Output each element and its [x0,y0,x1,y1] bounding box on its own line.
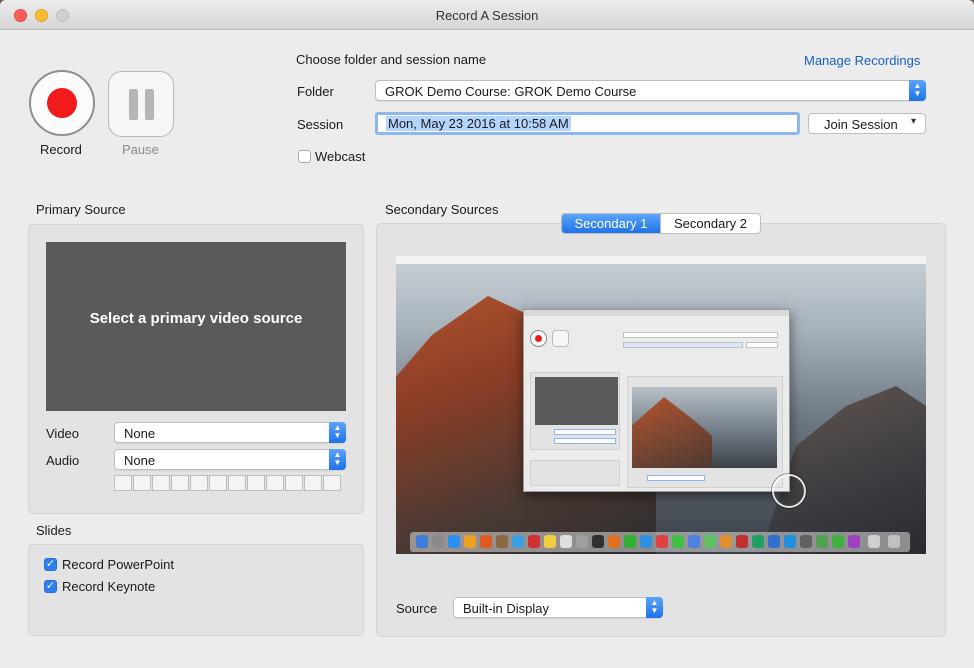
webcast-label: Webcast [315,149,366,164]
select-arrows-icon: ▲ ▼ [646,597,663,618]
title-bar: Record A Session [0,0,974,30]
secondary-tabs: Secondary 1 Secondary 2 [561,213,761,234]
video-label: Video [46,426,80,441]
chevron-down-icon: ▾ [910,116,916,127]
session-name-value: Mon, May 23 2016 at 10:58 AM [386,116,571,131]
join-session-button[interactable]: Join Session ▾ [808,113,926,134]
preview-dock [410,532,910,552]
primary-video-preview[interactable]: Select a primary video source [46,242,346,411]
manage-recordings-link[interactable]: Manage Recordings [804,53,920,68]
record-powerpoint-checkbox[interactable]: ✓ [44,558,57,571]
window-title: Record A Session [435,8,539,23]
folder-select-value: GROK Demo Course: GROK Demo Course [385,84,637,99]
source-select-value: Built-in Display [463,601,549,616]
audio-level-meter [114,475,346,491]
record-powerpoint-label: Record PowerPoint [62,557,174,572]
session-name-input[interactable]: Mon, May 23 2016 at 10:58 AM [375,112,800,135]
tab-secondary-1[interactable]: Secondary 1 [562,214,660,233]
source-label: Source [396,601,438,616]
window-content: Record Pause Choose folder and session n… [8,30,966,656]
display-preview [396,256,926,554]
primary-video-placeholder: Select a primary video source [89,310,303,327]
session-heading: Choose folder and session name [296,52,487,67]
record-icon [47,88,77,118]
audio-select[interactable]: None ▲ ▼ [114,449,346,470]
secondary-sources-heading: Secondary Sources [385,202,499,217]
video-select-value: None [124,426,156,441]
slides-heading: Slides [36,523,72,538]
record-label: Record [40,142,82,157]
pause-button[interactable] [108,71,174,137]
tab-secondary-2[interactable]: Secondary 2 [660,214,760,233]
primary-source-heading: Primary Source [36,202,126,217]
record-keynote-label: Record Keynote [62,579,156,594]
video-select[interactable]: None ▲ ▼ [114,422,346,443]
select-arrows-icon: ▲ ▼ [329,422,346,443]
folder-select[interactable]: GROK Demo Course: GROK Demo Course ▲ ▼ [375,80,926,101]
folder-label: Folder [297,84,334,99]
session-label: Session [297,117,344,132]
audio-label: Audio [46,453,80,468]
webcast-checkbox[interactable] [298,150,311,163]
preview-nested-window [523,309,790,492]
source-select[interactable]: Built-in Display ▲ ▼ [453,597,663,618]
join-session-label: Join Session [824,117,898,132]
audio-select-value: None [124,453,156,468]
select-arrows-icon: ▲ ▼ [909,80,926,101]
cursor-ring-icon [772,474,806,508]
preview-menu-bar [396,256,926,264]
record-keynote-checkbox[interactable]: ✓ [44,580,57,593]
record-session-window: Record A Session Record Pause Choose fol… [0,0,974,668]
record-button[interactable] [29,70,95,136]
pause-label: Pause [122,142,159,157]
select-arrows-icon: ▲ ▼ [329,449,346,470]
